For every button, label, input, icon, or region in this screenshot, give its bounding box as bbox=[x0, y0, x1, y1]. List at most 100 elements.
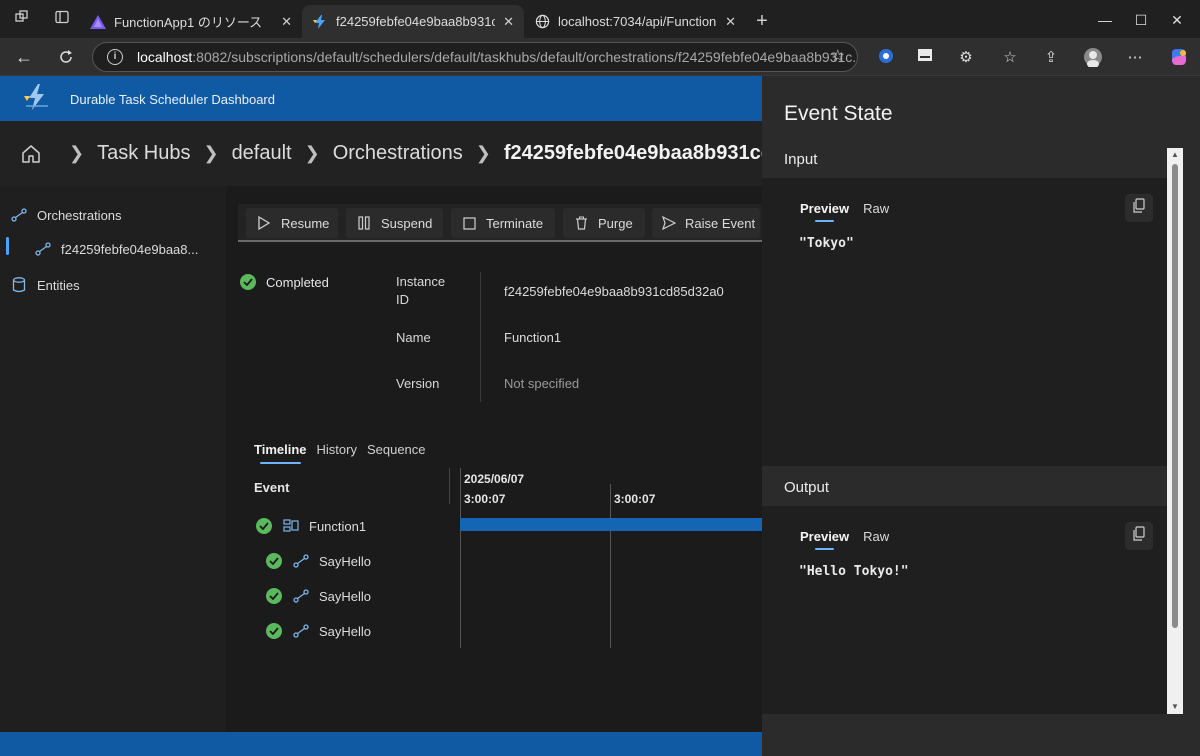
timeline-time: 3:00:07 bbox=[464, 492, 506, 506]
purge-button[interactable]: Purge bbox=[563, 208, 645, 238]
refresh-icon[interactable] bbox=[54, 45, 78, 69]
output-viewer: Preview Raw "Hello Tokyo!" bbox=[762, 506, 1167, 714]
check-circle-icon bbox=[266, 553, 282, 569]
raise-event-label: Raise Event bbox=[685, 215, 756, 231]
sidebar-item-entities[interactable]: Entities bbox=[10, 276, 80, 294]
address-bar[interactable]: i localhost:8082/subscriptions/default/s… bbox=[92, 42, 858, 72]
new-tab-button[interactable]: + bbox=[750, 9, 774, 33]
app-header: Durable Task Scheduler Dashboard bbox=[0, 76, 762, 121]
back-icon[interactable]: ← bbox=[12, 45, 36, 69]
instance-id-label-1: Instance bbox=[396, 274, 446, 289]
breadcrumb-orchestrations[interactable]: Orchestrations bbox=[333, 142, 463, 165]
pause-icon bbox=[356, 215, 372, 231]
timeline-event-header: Event bbox=[254, 480, 290, 495]
extension-blue-icon[interactable] bbox=[875, 47, 897, 69]
site-info-icon[interactable]: i bbox=[107, 49, 123, 65]
tab-title: localhost:7034/api/Function1_HttpStart bbox=[558, 14, 717, 29]
functions-icon bbox=[312, 14, 328, 30]
tab-orchestration[interactable]: f24259febfe04e9baa8b931cd85d32a0 ✕ bbox=[302, 5, 524, 38]
workspaces-icon[interactable] bbox=[10, 9, 34, 33]
favorite-star-icon[interactable]: ☆ bbox=[831, 43, 845, 71]
timeline-row[interactable]: SayHello bbox=[266, 622, 371, 640]
extensions-icon[interactable]: ⚙ bbox=[955, 47, 977, 69]
name-value: Function1 bbox=[504, 330, 562, 345]
sidebar-item-instance[interactable]: f24259febfe04e9baa8... bbox=[34, 240, 198, 258]
share-icon[interactable]: ⇪ bbox=[1040, 47, 1062, 69]
tab-timeline[interactable]: Timeline bbox=[254, 442, 307, 464]
terminate-button[interactable]: Terminate bbox=[451, 208, 555, 238]
home-icon[interactable] bbox=[20, 143, 42, 165]
copilot-icon[interactable] bbox=[1168, 47, 1190, 69]
raise-event-button[interactable]: Raise Event bbox=[652, 208, 760, 238]
chevron-right-icon: ❯ bbox=[304, 143, 320, 163]
copy-input-button[interactable] bbox=[1125, 194, 1153, 222]
browser-toolbar: ← i localhost:8082/subscriptions/default… bbox=[0, 38, 1200, 76]
instance-id-label-2: ID bbox=[396, 292, 409, 307]
close-tab-icon[interactable]: ✕ bbox=[725, 14, 736, 30]
screenshot-extension-icon[interactable] bbox=[914, 47, 936, 69]
tab-sequence[interactable]: Sequence bbox=[367, 442, 426, 457]
orchestration-icon bbox=[34, 240, 52, 258]
close-window-button[interactable]: ✕ bbox=[1154, 8, 1200, 32]
output-raw-tab[interactable]: Raw bbox=[863, 529, 889, 544]
timeline-duration-bar[interactable] bbox=[460, 518, 762, 531]
sidebar-item-label: f24259febfe04e9baa8... bbox=[61, 241, 199, 257]
activity-icon bbox=[292, 587, 310, 605]
tab-localhost-api[interactable]: localhost:7034/api/Function1_HttpStart ✕ bbox=[524, 5, 746, 38]
close-tab-icon[interactable]: ✕ bbox=[281, 14, 292, 30]
sidebar-item-label: Orchestrations bbox=[37, 207, 122, 223]
input-view-tabs: Preview Raw bbox=[800, 201, 903, 222]
scroll-up-icon[interactable]: ▲ bbox=[1167, 148, 1183, 162]
name-label: Name bbox=[396, 330, 431, 345]
database-icon bbox=[10, 276, 28, 294]
breadcrumb-default[interactable]: default bbox=[232, 142, 292, 165]
favorites-icon[interactable]: ☆ bbox=[999, 47, 1021, 69]
main-content: Resume Suspend Terminate Purge Raise Eve… bbox=[226, 186, 762, 732]
screen: FunctionApp1 のリソース ✕ f24259febfe04e9baa8… bbox=[0, 0, 1200, 756]
status-text: Completed bbox=[266, 274, 329, 290]
detail-tabs: Timeline History Sequence bbox=[254, 442, 436, 464]
tab-title: FunctionApp1 のリソース bbox=[114, 15, 263, 30]
timeline-gridline bbox=[610, 484, 611, 648]
stop-icon bbox=[461, 215, 477, 231]
input-value: "Tokyo" bbox=[799, 236, 854, 251]
timeline-row[interactable]: Function1 bbox=[256, 517, 366, 535]
timeline-row[interactable]: SayHello bbox=[266, 552, 371, 570]
tab-title: f24259febfe04e9baa8b931cd85d32a0 bbox=[336, 14, 496, 29]
timeline-row-label: SayHello bbox=[319, 553, 372, 569]
output-view-tabs: Preview Raw bbox=[800, 529, 903, 550]
breadcrumb-task-hubs[interactable]: Task Hubs bbox=[97, 142, 190, 165]
sidebar: Orchestrations f24259febfe04e9baa8... En… bbox=[0, 186, 226, 732]
copy-icon bbox=[1132, 197, 1146, 219]
azure-portal-icon bbox=[90, 14, 106, 30]
app-footer bbox=[0, 732, 762, 756]
copy-icon bbox=[1132, 525, 1146, 547]
more-menu-icon[interactable]: ⋯ bbox=[1124, 47, 1146, 69]
orchestration-icon bbox=[10, 206, 28, 224]
url-path: :8082/subscriptions/default/schedulers/d… bbox=[192, 49, 858, 65]
scroll-down-icon[interactable]: ▼ bbox=[1167, 700, 1183, 714]
output-preview-tab[interactable]: Preview bbox=[800, 529, 849, 550]
close-tab-icon[interactable]: ✕ bbox=[503, 14, 514, 30]
input-raw-tab[interactable]: Raw bbox=[863, 201, 889, 216]
timeline-row[interactable]: SayHello bbox=[266, 587, 371, 605]
sidebar-item-orchestrations[interactable]: Orchestrations bbox=[10, 206, 122, 224]
function-icon bbox=[282, 517, 300, 535]
scrollbar-thumb[interactable] bbox=[1172, 164, 1178, 628]
vertical-tabs-icon[interactable] bbox=[50, 9, 74, 33]
tab-history[interactable]: History bbox=[317, 442, 357, 457]
profile-avatar[interactable] bbox=[1082, 47, 1104, 69]
copy-output-button[interactable] bbox=[1125, 522, 1153, 550]
version-value: Not specified bbox=[504, 376, 580, 391]
instance-id-value: f24259febfe04e9baa8b931cd85d32a0 bbox=[504, 284, 724, 299]
suspend-button[interactable]: Suspend bbox=[346, 208, 443, 238]
check-circle-icon bbox=[266, 588, 282, 604]
trash-icon bbox=[573, 215, 589, 231]
panel-scrollbar[interactable]: ▲ ▼ bbox=[1167, 148, 1183, 714]
input-preview-tab[interactable]: Preview bbox=[800, 201, 849, 222]
tab-azure-portal[interactable]: FunctionApp1 のリソース ✕ bbox=[80, 5, 302, 38]
timeline-row-label: Function1 bbox=[309, 518, 367, 534]
input-section-label: Input bbox=[784, 151, 818, 168]
resume-button[interactable]: Resume bbox=[246, 208, 338, 238]
durable-task-logo-icon bbox=[22, 84, 52, 112]
